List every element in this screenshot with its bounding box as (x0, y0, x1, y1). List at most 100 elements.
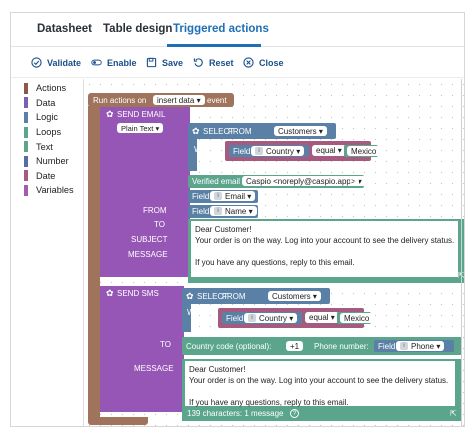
email-subject-block[interactable]: Field i Name ▾ (188, 205, 258, 218)
country-code-value: +1 (290, 341, 300, 351)
event-block-header[interactable]: Run actions on insert data ▾ event (88, 93, 234, 107)
email-condition-value-text: Mexico (351, 146, 377, 156)
country-code-input[interactable]: +1 (286, 341, 304, 351)
sms-field-dropdown[interactable]: i Country ▾ (244, 313, 298, 323)
enable-button[interactable]: Enable (91, 57, 137, 68)
email-field-kw: Field (233, 147, 251, 156)
email-to-block[interactable]: Field i Email ▾ (188, 190, 258, 203)
email-message-textarea[interactable]: Dear Customer! Your order is on the way.… (191, 221, 458, 277)
email-condition-value[interactable]: Mexico (347, 146, 381, 156)
email-where-spine (188, 139, 197, 171)
sms-operator-dropdown[interactable]: equal ▾ (305, 312, 339, 323)
category-color-swatch (24, 111, 28, 123)
sms-select-block[interactable]: ✿ SELECT FROM Customers ▾ (182, 288, 330, 304)
category-label: Logic (36, 112, 58, 123)
tab-triggered-actions[interactable]: Triggered actions (173, 23, 269, 35)
email-condition-value-block[interactable]: Mexico (344, 145, 381, 157)
category-number[interactable]: Number (24, 154, 84, 169)
sms-condition-value-text: Mexico (344, 313, 370, 323)
tab-datasheet[interactable]: Datasheet (37, 23, 92, 35)
save-label: Save (162, 57, 184, 68)
sms-to-label: TO (160, 340, 171, 349)
category-color-swatch (24, 82, 28, 94)
event-value: insert data (157, 95, 195, 105)
country-code-label: Country code (optional): (186, 342, 272, 351)
sms-condition-block[interactable]: Field i Country ▾ equal ▾ Mexico (218, 308, 374, 328)
active-tab-indicator (167, 44, 261, 47)
email-to-dropdown[interactable]: i Email ▾ (210, 191, 256, 201)
resize-icon[interactable]: ⇱ (450, 409, 457, 418)
sms-field-kw: Field (226, 314, 244, 323)
event-dropdown[interactable]: insert data ▾ (153, 95, 205, 105)
email-subject-value: Name (225, 206, 247, 216)
event-suffix-label: event (207, 96, 227, 105)
category-label: Number (36, 156, 69, 167)
category-actions[interactable]: Actions (24, 81, 84, 96)
category-color-swatch (24, 126, 28, 138)
email-format-dropdown[interactable]: Plain Text ▾ (117, 123, 164, 133)
event-prefix-label: Run actions on (93, 96, 147, 105)
gear-icon: ✿ (106, 288, 114, 298)
sms-table-dropdown[interactable]: Customers ▾ (268, 291, 321, 301)
email-subject-label: SUBJECT (131, 235, 168, 244)
phone-number-label: Phone number: (314, 342, 369, 351)
blocks-workspace[interactable]: Run actions on insert data ▾ event ✿ SEN… (83, 79, 464, 426)
email-operator-dropdown[interactable]: equal ▾ (312, 145, 346, 156)
email-where-label: WHERE (194, 145, 224, 154)
sms-message-block[interactable]: Dear Customer! Your order is on the way.… (182, 359, 462, 421)
help-icon[interactable]: ? (290, 409, 299, 418)
field-type-icon: i (400, 342, 408, 350)
gear-icon: ✿ (192, 126, 200, 136)
category-logic[interactable]: Logic (24, 110, 84, 125)
help-icon[interactable]: ? (350, 177, 359, 186)
sms-phone-dropdown[interactable]: i Phone ▾ (396, 341, 445, 351)
sms-condition-field-block[interactable]: Field i Country ▾ (222, 312, 302, 324)
category-color-swatch (24, 184, 28, 196)
reset-label: Reset (209, 57, 234, 68)
email-field-dropdown[interactable]: i Country ▾ (251, 146, 305, 156)
email-format-value: Plain Text (121, 123, 154, 133)
email-select-block[interactable]: ✿ SELECT FROM Customers ▾ (188, 123, 336, 139)
sms-where-label: WHERE (187, 308, 217, 317)
email-from-block[interactable]: Verified email Caspio <noreply@caspio.ap… (188, 175, 366, 188)
close-button[interactable]: Close (243, 57, 284, 68)
sms-to-block[interactable]: Country code (optional): +1 Phone number… (182, 337, 462, 355)
category-text[interactable]: Text (24, 139, 84, 154)
sms-field-value: Country (259, 313, 288, 323)
field-type-icon: i (255, 147, 263, 155)
tab-table-design[interactable]: Table design (103, 23, 172, 35)
email-from-kw: Verified email (192, 177, 241, 186)
category-label: Date (36, 170, 56, 181)
category-date[interactable]: Date (24, 169, 84, 184)
gear-icon: ✿ (186, 291, 194, 301)
sms-phone-field-block[interactable]: Field i Phone ▾ (374, 340, 454, 352)
email-table-value: Customers (278, 126, 317, 136)
sms-table-value: Customers (272, 291, 311, 301)
category-label: Loops (36, 127, 62, 138)
category-label: Data (36, 97, 56, 108)
sms-condition-value-block[interactable]: Mexico (337, 312, 374, 324)
category-loops[interactable]: Loops (24, 125, 84, 140)
sms-condition-value[interactable]: Mexico (340, 313, 374, 323)
send-email-block[interactable]: ✿ SEND EMAIL Plain Text ▾ FROM TO SUBJEC… (100, 107, 190, 277)
validate-button[interactable]: Validate (31, 57, 81, 68)
save-button[interactable]: Save (146, 57, 183, 68)
email-condition-block[interactable]: Field i Country ▾ equal ▾ Mexico (225, 141, 381, 161)
send-sms-block[interactable]: ✿ SEND SMS TO MESSAGE (100, 286, 184, 412)
email-subject-dropdown[interactable]: i Name ▾ (210, 206, 257, 216)
category-label: Actions (36, 83, 67, 94)
category-data[interactable]: Data (24, 96, 84, 111)
category-variables[interactable]: Variables (24, 183, 84, 198)
reset-button[interactable]: Reset (193, 57, 234, 68)
email-table-dropdown[interactable]: Customers ▾ (274, 126, 327, 136)
email-condition-field-block[interactable]: Field i Country ▾ (229, 145, 309, 157)
sms-message-textarea[interactable]: Dear Customer! Your order is on the way.… (185, 361, 455, 407)
check-circle-icon (31, 57, 42, 68)
email-from-dropdown[interactable]: Caspio <noreply@caspio.app> ▾ (242, 176, 366, 186)
email-message-block[interactable]: Dear Customer! Your order is on the way.… (188, 219, 464, 283)
email-to-field-kw: Field (192, 192, 210, 201)
close-circle-icon (243, 57, 254, 68)
sms-character-counter: 139 characters: 1 message (187, 409, 284, 418)
send-sms-title: SEND SMS (117, 289, 159, 298)
sms-select-from-label: FROM (222, 292, 246, 301)
